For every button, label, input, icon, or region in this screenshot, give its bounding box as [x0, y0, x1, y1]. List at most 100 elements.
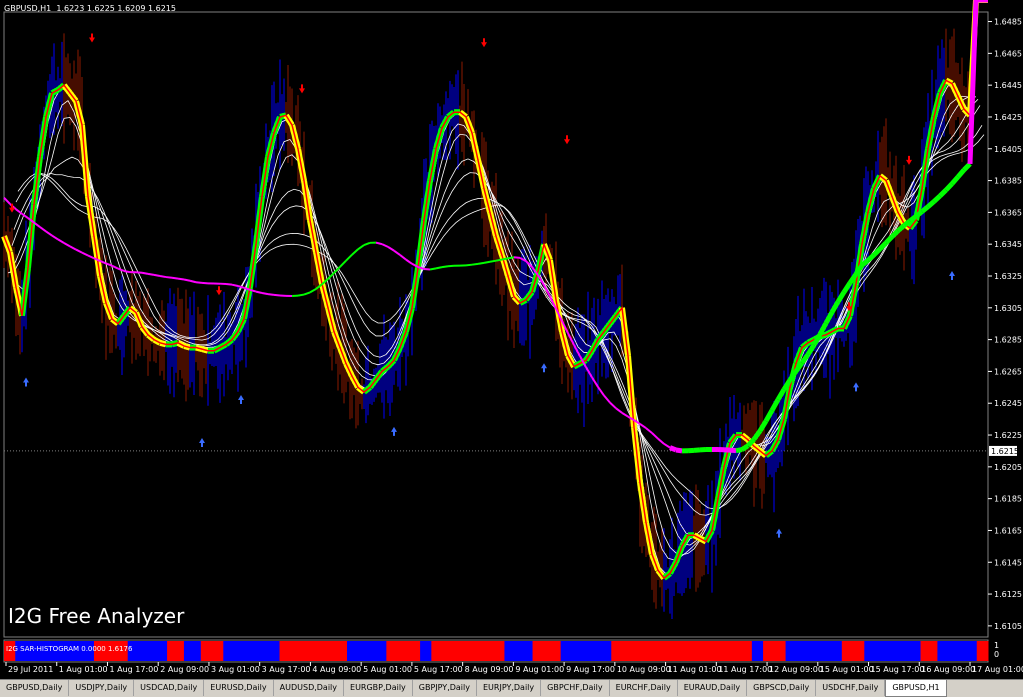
histogram-bar: [628, 641, 634, 661]
histogram-bar: [538, 641, 544, 661]
chart-tab-0[interactable]: GBPUSD,Daily: [0, 680, 69, 696]
ma-ribbon: [4, 0, 988, 578]
slow-ma-segment: [484, 262, 490, 263]
slow-ma-segment: [400, 255, 406, 260]
histogram-bar: [718, 641, 724, 661]
histogram-bar: [651, 641, 657, 661]
histogram-bar: [741, 641, 747, 661]
slow-ma-segment: [226, 284, 232, 285]
histogram-bar: [403, 641, 409, 661]
time-label: 9 Aug 01:00: [515, 665, 564, 674]
chart-tab-2[interactable]: USDCAD,Daily: [134, 680, 204, 696]
slow-ma-segment: [256, 292, 262, 293]
slow-ma-segment: [88, 256, 94, 259]
slow-ma-segment: [298, 295, 304, 296]
slow-ma-segment: [358, 245, 364, 249]
chart-tab-5[interactable]: EURGBP,Daily: [344, 680, 413, 696]
chart-tab-13[interactable]: GBPUSD,H1: [885, 680, 946, 697]
chart-tabs: GBPUSD,DailyUSDJPY,DailyUSDCAD,DailyEURU…: [0, 679, 1023, 697]
chart-tab-11[interactable]: GBPSCD,Daily: [747, 680, 816, 696]
slow-ma-segment: [934, 196, 940, 202]
slow-ma-segment: [946, 184, 952, 190]
histogram-bar: [499, 641, 505, 661]
time-label: 16 Aug 09:00: [921, 665, 975, 674]
chart-header: GBPUSD,H1 1.6223 1.6225 1.6209 1.6215: [4, 4, 176, 13]
chart-tab-8[interactable]: GBPCHF,Daily: [541, 680, 610, 696]
slow-ma-segment: [622, 413, 628, 417]
histogram-bar: [409, 641, 415, 661]
price-label: 1.6165: [994, 526, 1022, 535]
slow-ma-segment: [310, 289, 316, 292]
price-label: 1.6285: [994, 336, 1022, 345]
histogram-bar: [184, 641, 190, 661]
histogram-bar: [212, 641, 218, 661]
price-label: 1.6425: [994, 113, 1022, 122]
histogram-bar: [235, 641, 241, 661]
slow-ma-segment: [754, 431, 760, 439]
histogram-bar: [195, 641, 201, 661]
buy-arrow-icon: [199, 438, 205, 447]
slow-ma-segment: [652, 433, 658, 439]
slow-ma-segment: [274, 295, 280, 296]
slow-ma-segment: [238, 286, 244, 288]
slow-ma-segment: [4, 198, 10, 204]
histogram-bar: [623, 641, 629, 661]
histogram-bar: [459, 641, 465, 661]
chart-tab-4[interactable]: AUDUSD,Daily: [274, 680, 344, 696]
histogram-bar: [465, 641, 471, 661]
slow-ma-segment: [844, 283, 850, 292]
histogram-bar: [448, 641, 454, 661]
slow-ma-segment: [442, 266, 448, 267]
chart-tab-12[interactable]: USDCHF,Daily: [816, 680, 885, 696]
histogram-bar: [735, 641, 741, 661]
price-chart[interactable]: 1.64851.64651.64451.64251.64051.63851.63…: [0, 0, 1023, 679]
histogram-bar: [611, 641, 617, 661]
chart-tab-9[interactable]: EURCHF,Daily: [610, 680, 678, 696]
chart-window[interactable]: 1.64851.64651.64451.64251.64051.63851.63…: [0, 0, 1023, 679]
histogram-bar: [280, 641, 286, 661]
indicator-scale-label: 1: [994, 641, 999, 650]
histogram-bar: [206, 641, 212, 661]
histogram-bar: [336, 641, 342, 661]
chart-tab-10[interactable]: EURAUD,Daily: [678, 680, 747, 696]
histogram-bar: [802, 641, 808, 661]
slow-ma-segment: [970, 0, 976, 164]
price-label: 1.6465: [994, 49, 1022, 58]
slow-ma-segment: [112, 266, 118, 269]
price-label: 1.6185: [994, 495, 1022, 504]
buy-arrow-icon: [853, 382, 859, 391]
histogram-bar: [566, 641, 572, 661]
histogram-bar: [364, 641, 370, 661]
histogram-bar: [915, 641, 921, 661]
slow-ma-segment: [736, 450, 742, 451]
current-price-label: 1.6215: [991, 447, 1019, 456]
slow-ma-segment: [868, 255, 874, 260]
buy-arrow-icon: [949, 271, 955, 280]
histogram-bar: [476, 641, 482, 661]
histogram-bar: [386, 641, 392, 661]
histogram-bar: [251, 641, 257, 661]
histogram-bar: [133, 641, 139, 661]
chart-tab-1[interactable]: USDJPY,Daily: [69, 680, 134, 696]
slow-ma-segment: [898, 226, 904, 231]
histogram-bar: [240, 641, 246, 661]
histogram-bar: [578, 641, 584, 661]
time-label: 17 Aug 01:00: [972, 665, 1023, 674]
histogram-bar: [139, 641, 145, 661]
time-label: 5 Aug 17:00: [414, 665, 463, 674]
chart-tab-3[interactable]: EURUSD,Daily: [204, 680, 273, 696]
histogram-bar: [482, 641, 488, 661]
histogram-bar: [921, 641, 927, 661]
histogram-bar: [347, 641, 353, 661]
chart-tab-7[interactable]: EURJPY,Daily: [477, 680, 541, 696]
buy-arrow-icon: [23, 378, 29, 387]
histogram-bar: [375, 641, 381, 661]
histogram-bar: [353, 641, 359, 661]
histogram-bar: [853, 641, 859, 661]
chart-tab-6[interactable]: GBPJPY,Daily: [413, 680, 477, 696]
histogram-bar: [555, 641, 561, 661]
histogram-bar: [870, 641, 876, 661]
slow-ma-segment: [364, 243, 370, 245]
slow-ma-segment: [346, 255, 352, 261]
histogram-bar: [420, 641, 426, 661]
